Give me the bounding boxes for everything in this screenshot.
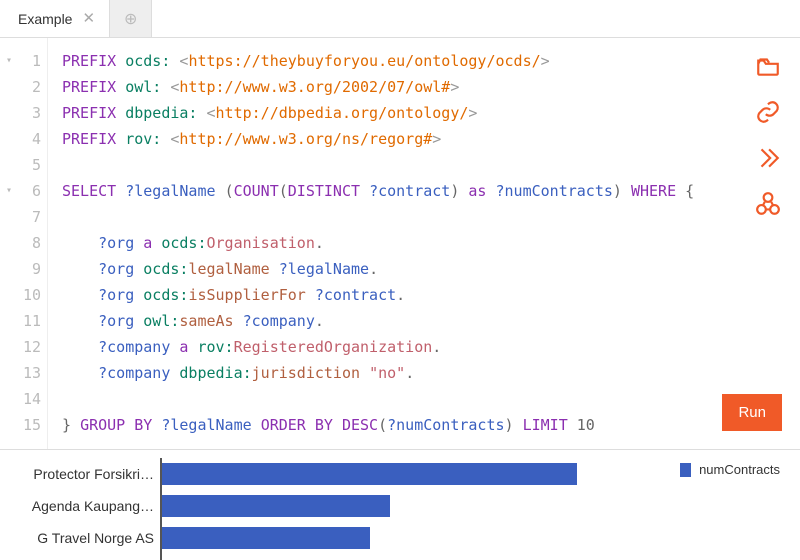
code-line[interactable]: PREFIX rov: <http://www.w3.org/ns/regorg…: [62, 126, 694, 152]
fold-marker[interactable]: [0, 204, 18, 230]
line-number: 9: [18, 256, 41, 282]
code-line[interactable]: PREFIX ocds: <https://theybuyforyou.eu/o…: [62, 48, 694, 74]
legend-label: numContracts: [699, 462, 780, 477]
fold-marker[interactable]: [0, 74, 18, 100]
code-line[interactable]: [62, 386, 694, 412]
line-number: 14: [18, 386, 41, 412]
line-number-gutter: 123456789101112131415: [18, 38, 48, 449]
fold-marker[interactable]: ▾: [0, 48, 18, 74]
chart-bar[interactable]: [162, 495, 390, 517]
line-number: 5: [18, 152, 41, 178]
chart-legend: numContracts: [680, 462, 780, 477]
code-line[interactable]: ?company a rov:RegisteredOrganization.: [62, 334, 694, 360]
code-line[interactable]: ?company dbpedia:jurisdiction "no".: [62, 360, 694, 386]
code-line[interactable]: [62, 204, 694, 230]
legend-swatch: [680, 463, 691, 477]
chart-bar[interactable]: [162, 463, 577, 485]
code-line[interactable]: ?org a ocds:Organisation.: [62, 230, 694, 256]
tab-label: Example: [18, 11, 72, 27]
line-number: 1: [18, 48, 41, 74]
chart-category-label: Agenda Kaupang…: [0, 490, 160, 522]
tab-bar: Example ✕ ⊕: [0, 0, 800, 38]
fold-marker[interactable]: ▾: [0, 178, 18, 204]
plus-icon: ⊕: [124, 9, 137, 29]
code-line[interactable]: ?org ocds:legalName ?legalName.: [62, 256, 694, 282]
line-number: 12: [18, 334, 41, 360]
chart-bars: [160, 458, 660, 560]
code-line[interactable]: [62, 152, 694, 178]
line-number: 4: [18, 126, 41, 152]
chart-category-label: G Travel Norge AS: [0, 522, 160, 554]
line-number: 10: [18, 282, 41, 308]
code-editor[interactable]: ▾▾ 123456789101112131415 PREFIX ocds: <h…: [0, 38, 800, 449]
chart-category-label: Protector Forsikri…: [0, 458, 160, 490]
fold-marker[interactable]: [0, 360, 18, 386]
link-icon[interactable]: [754, 98, 782, 126]
graph-icon[interactable]: [754, 190, 782, 218]
fold-marker[interactable]: [0, 100, 18, 126]
fold-marker[interactable]: [0, 334, 18, 360]
line-number: 2: [18, 74, 41, 100]
line-number: 11: [18, 308, 41, 334]
code-line[interactable]: PREFIX dbpedia: <http://dbpedia.org/onto…: [62, 100, 694, 126]
code-line[interactable]: SELECT ?legalName (COUNT(DISTINCT ?contr…: [62, 178, 694, 204]
code-line[interactable]: ?org owl:sameAs ?company.: [62, 308, 694, 334]
code-line[interactable]: PREFIX owl: <http://www.w3.org/2002/07/o…: [62, 74, 694, 100]
results-chart: numContracts Protector Forsikri…Agenda K…: [0, 450, 800, 560]
folder-open-icon[interactable]: [754, 52, 782, 80]
code-line[interactable]: } GROUP BY ?legalName ORDER BY DESC(?num…: [62, 412, 694, 438]
line-number: 7: [18, 204, 41, 230]
fold-marker[interactable]: [0, 152, 18, 178]
fold-marker[interactable]: [0, 308, 18, 334]
tab-add[interactable]: ⊕: [110, 0, 152, 37]
fold-marker[interactable]: [0, 282, 18, 308]
chevrons-right-icon[interactable]: [754, 144, 782, 172]
chart-body: Protector Forsikri…Agenda Kaupang…G Trav…: [0, 458, 660, 560]
fold-marker[interactable]: [0, 256, 18, 282]
editor-area: ▾▾ 123456789101112131415 PREFIX ocds: <h…: [0, 38, 800, 450]
line-number: 6: [18, 178, 41, 204]
line-number: 3: [18, 100, 41, 126]
close-icon[interactable]: ✕: [82, 11, 95, 26]
line-number: 13: [18, 360, 41, 386]
code-line[interactable]: ?org ocds:isSupplierFor ?contract.: [62, 282, 694, 308]
side-toolbar: [754, 52, 782, 218]
fold-marker[interactable]: [0, 386, 18, 412]
code-content[interactable]: PREFIX ocds: <https://theybuyforyou.eu/o…: [48, 38, 702, 449]
line-number: 8: [18, 230, 41, 256]
chart-y-labels: Protector Forsikri…Agenda Kaupang…G Trav…: [0, 458, 160, 560]
fold-marker[interactable]: [0, 230, 18, 256]
fold-marker[interactable]: [0, 412, 18, 438]
tab-example[interactable]: Example ✕: [0, 0, 110, 37]
run-button[interactable]: Run: [722, 394, 782, 431]
chart-bar[interactable]: [162, 527, 370, 549]
line-number: 15: [18, 412, 41, 438]
fold-marker[interactable]: [0, 126, 18, 152]
fold-gutter[interactable]: ▾▾: [0, 38, 18, 449]
